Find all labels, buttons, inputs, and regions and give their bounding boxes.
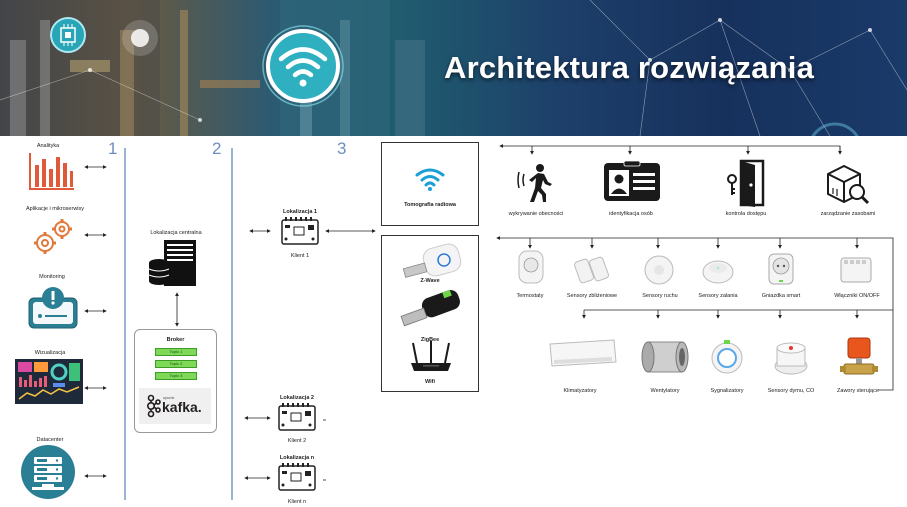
topic-3: Topic 3 [155, 372, 197, 380]
fan-duct-icon [641, 341, 689, 373]
smart-plug-label: Gniazdka smart [761, 293, 801, 299]
proximity-sensor-label: Sensory zbliżeniowe [566, 293, 618, 299]
location-1-title: Lokalizacja 1 [283, 209, 317, 215]
presence-detection-label: wykrywanie obecności [508, 211, 564, 217]
datacenter-label: Datacenter [36, 437, 64, 443]
visualization-label: Wizualizacja [34, 350, 66, 356]
door-access-icon [727, 159, 765, 207]
chip-icon [50, 17, 86, 53]
door-access-label: kontrola dostępu [725, 211, 767, 217]
datacenter-icon [21, 445, 75, 499]
wifi-icon [415, 168, 445, 191]
monitoring-label: Monitoring [39, 274, 65, 280]
zigbee-dongle-icon [400, 289, 460, 327]
package-search-icon [827, 165, 870, 205]
page-title: Architektura rozwiązania [444, 50, 815, 85]
bar-chart-icon [29, 153, 74, 190]
flood-sensor-icon [702, 260, 734, 284]
radio-interfaces-box: Z-Wave ZigBee Wifi [381, 235, 479, 392]
thermostat-icon [518, 250, 544, 284]
column-number-2: 2 [212, 139, 222, 158]
server-icon [148, 240, 196, 286]
wifi-label: Wifi [424, 379, 436, 385]
kafka-logo: apache kafka. [139, 388, 211, 424]
flood-sensor-label: Sensory zalania [698, 293, 738, 299]
air-conditioner-label: Klimatyzatory [563, 388, 597, 394]
motion-sensor-icon [644, 255, 674, 285]
client-n-label: Klient n [287, 499, 307, 505]
divider-2 [231, 148, 233, 500]
siren-label: Sygnalizatory [710, 388, 744, 394]
siren-icon [711, 340, 743, 374]
topic-1: Topic 1 [155, 348, 197, 356]
wifi-router-icon [411, 341, 451, 371]
broker-box: Broker Topic 1 Topic 2 Topic 3 apache ka… [134, 329, 217, 433]
topic-2: Topic 2 [155, 360, 197, 368]
kafka-logo-text: kafka. [162, 399, 202, 415]
zwave-label: Z-Wave [420, 278, 440, 284]
column-1-connectors [84, 165, 107, 478]
smoke-detector-label: Sensory dymu, CO [767, 388, 815, 394]
package-search-label: zarządzanie zasobami [820, 211, 876, 217]
analytics-label: Analityka [36, 143, 60, 149]
monitoring-alert-icon [28, 287, 78, 329]
wifi-icon [262, 25, 344, 107]
smart-plug-icon [768, 253, 794, 285]
dashboard-icon [15, 359, 83, 404]
fan-duct-label: Wentylatory [650, 388, 680, 394]
gears-icon [34, 219, 72, 254]
location-connectors [244, 229, 376, 481]
presence-detection-icon [517, 164, 552, 202]
motion-sensor-label: Sensory ruchu [642, 293, 678, 299]
air-conditioner-icon [549, 339, 617, 367]
id-card-icon [604, 160, 660, 201]
broker-label: Broker [166, 337, 185, 343]
kafka-logo-icon [146, 394, 161, 418]
smoke-detector-icon [774, 342, 808, 375]
tomography-label: Tomografia radiowa [404, 202, 456, 208]
divider-1 [124, 148, 126, 500]
tomography-box: Tomografia radiowa [381, 142, 479, 226]
column-number-3: 3 [337, 139, 347, 158]
relay-switch-label: Włączniki ON/OFF [834, 293, 880, 299]
thermostat-label: Termostaty [516, 293, 544, 299]
central-location-label: Lokalizacja centralna [150, 230, 202, 236]
control-valve-icon [840, 337, 878, 375]
central-broker-connector [175, 292, 179, 327]
proximity-sensor-icon [574, 256, 609, 284]
column-number-1: 1 [108, 139, 118, 158]
control-valve-label: Zawory sterujące [837, 388, 879, 394]
header-banner: Architektura rozwiązania [0, 0, 907, 136]
id-card-label: identyfikacja osób [609, 211, 653, 217]
relay-switch-icon [840, 257, 872, 283]
